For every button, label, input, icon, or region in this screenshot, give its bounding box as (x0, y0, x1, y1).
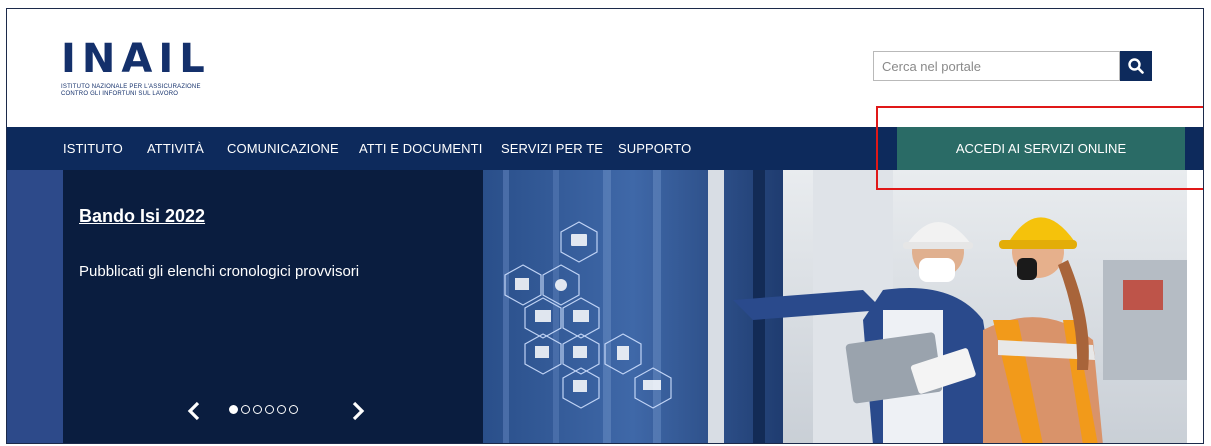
search-icon (1128, 58, 1144, 74)
nav-item-attivita[interactable]: ATTIVITÀ (147, 127, 204, 170)
hero-carousel: Bando Isi 2022 Pubblicati gli elenchi cr… (7, 170, 1203, 443)
search-button[interactable] (1120, 51, 1152, 81)
carousel-dot-5[interactable] (277, 405, 286, 414)
inail-logo[interactable]: INAIL ISTITUTO NAZIONALE PER L'ASSICURAZ… (61, 39, 231, 98)
hero-side-strip (7, 170, 63, 443)
hero-subtitle: Pubblicati gli elenchi cronologici provv… (79, 263, 360, 280)
nav-item-comunicazione[interactable]: COMUNICAZIONE (227, 127, 339, 170)
carousel-dot-6[interactable] (289, 405, 298, 414)
hero-title-link[interactable]: Bando Isi 2022 (79, 206, 205, 227)
nav-item-atti-e-documenti[interactable]: ATTI E DOCUMENTI (359, 127, 482, 170)
logo-subtitle-line1: ISTITUTO NAZIONALE PER L'ASSICURAZIONE (61, 84, 201, 90)
carousel-controls (63, 398, 483, 428)
nav-item-istituto[interactable]: ISTITUTO (63, 127, 123, 170)
nav-item-servizi-per-te[interactable]: SERVIZI PER TE (501, 127, 603, 170)
logo-subtitle-line2: CONTRO GLI INFORTUNI SUL LAVORO (61, 91, 179, 97)
logo-wordmark: INAIL (61, 36, 211, 82)
carousel-dots (229, 405, 298, 419)
nav-item-supporto[interactable]: SUPPORTO (618, 127, 691, 170)
chevron-left-icon (187, 401, 200, 421)
chevron-right-icon (352, 401, 365, 421)
hero-image (483, 170, 1187, 443)
page-frame: INAIL ISTITUTO NAZIONALE PER L'ASSICURAZ… (6, 8, 1204, 444)
carousel-dot-1[interactable] (229, 405, 238, 414)
carousel-prev-button[interactable] (187, 400, 201, 426)
logo-subtitle: ISTITUTO NAZIONALE PER L'ASSICURAZIONE C… (61, 84, 231, 98)
carousel-next-button[interactable] (351, 400, 365, 426)
search-input[interactable] (873, 51, 1120, 81)
carousel-dot-4[interactable] (265, 405, 274, 414)
cta-highlight-box (876, 106, 1203, 190)
carousel-dot-2[interactable] (241, 405, 250, 414)
carousel-dot-3[interactable] (253, 405, 262, 414)
search-box (873, 51, 1159, 81)
